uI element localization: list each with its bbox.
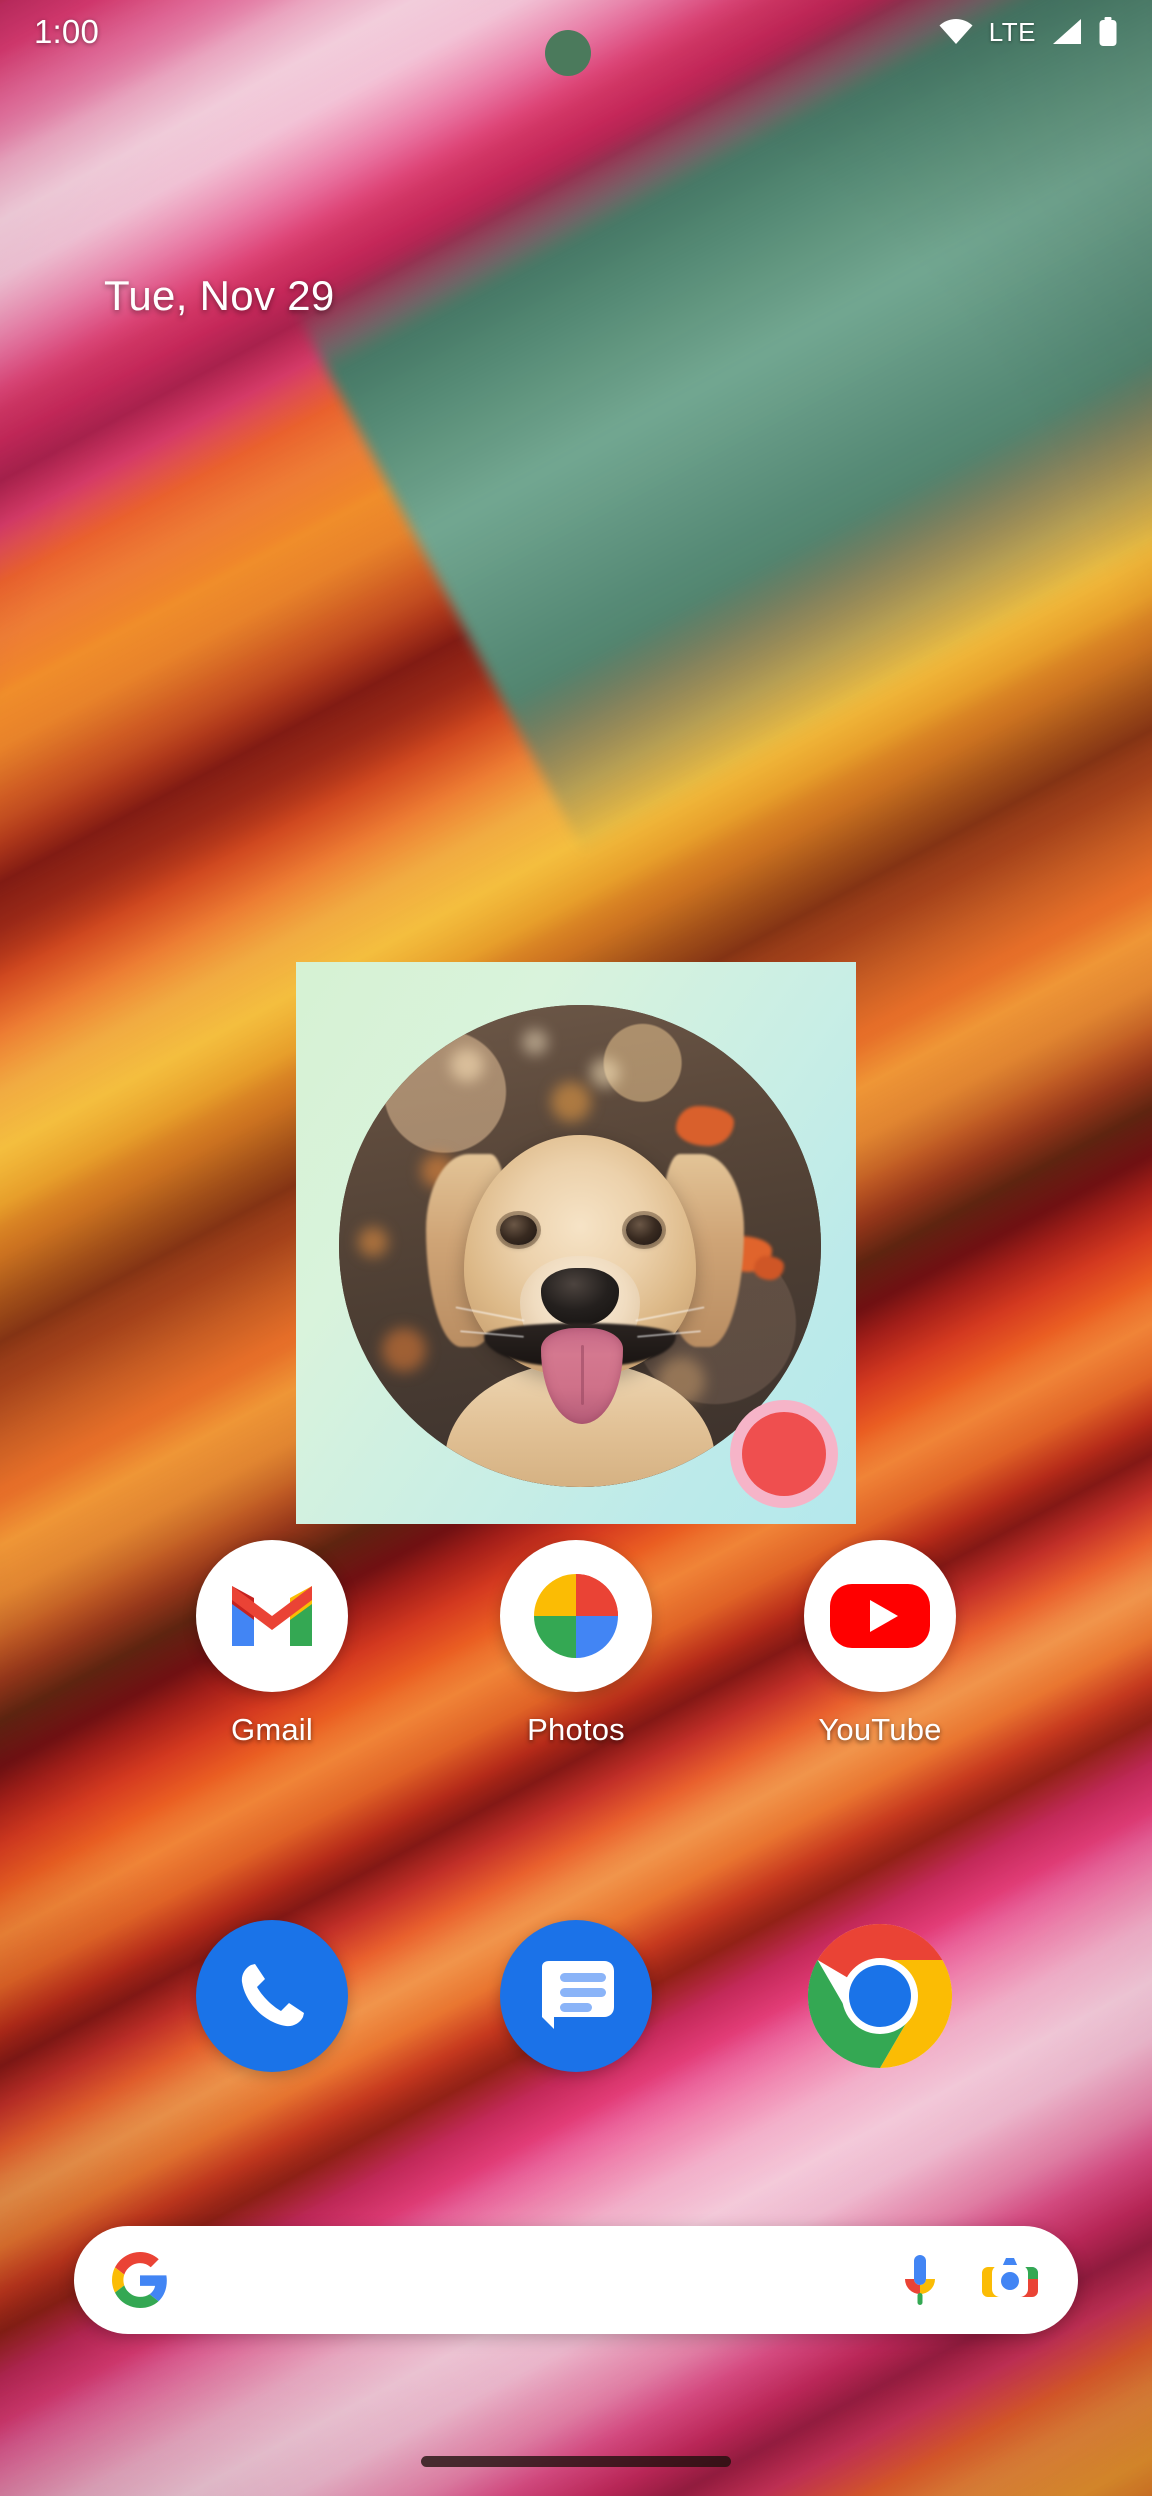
chrome-icon[interactable] — [804, 1920, 956, 2072]
status-clock: 1:00 — [34, 13, 100, 50]
app-label-photos: Photos — [527, 1712, 625, 1747]
photo-widget-badge[interactable] — [730, 1400, 838, 1508]
signal-icon — [1053, 19, 1081, 44]
microphone-icon[interactable] — [894, 2251, 946, 2309]
dock-item-chrome[interactable] — [780, 1920, 980, 2072]
date-widget[interactable]: Tue, Nov 29 — [104, 272, 335, 320]
home-gesture-pill[interactable] — [421, 2456, 731, 2467]
search-input[interactable] — [168, 2226, 894, 2334]
google-search-bar[interactable] — [74, 2226, 1078, 2334]
google-photos-icon[interactable] — [500, 1540, 652, 1692]
google-lens-icon[interactable] — [980, 2251, 1040, 2309]
app-gmail[interactable]: Gmail — [172, 1540, 372, 1748]
gmail-icon[interactable] — [196, 1540, 348, 1692]
app-photos[interactable]: Photos — [476, 1540, 676, 1748]
app-label-gmail: Gmail — [231, 1712, 313, 1747]
youtube-icon[interactable] — [804, 1540, 956, 1692]
app-label-youtube: YouTube — [818, 1712, 942, 1747]
dock-item-phone[interactable] — [172, 1920, 372, 2072]
home-screen: 1:00 LTE Tue, Nov 29 Gmail Photos YouTub… — [0, 0, 1152, 2496]
network-type-label: LTE — [988, 16, 1036, 47]
google-g-icon — [112, 2252, 167, 2308]
photo-widget-badge-dot — [742, 1412, 826, 1496]
dock — [0, 1920, 1152, 2072]
battery-icon — [1099, 17, 1117, 46]
messages-icon[interactable] — [500, 1920, 652, 2072]
status-icon-group: LTE — [939, 17, 1118, 48]
dock-item-messages[interactable] — [476, 1920, 676, 2072]
camera-punch-hole — [545, 30, 591, 76]
app-grid-row: Gmail Photos YouTube — [0, 1540, 1152, 1748]
app-youtube[interactable]: YouTube — [780, 1540, 980, 1748]
date-label: Tue, Nov 29 — [104, 272, 335, 319]
photo-frame-widget[interactable] — [296, 962, 856, 1524]
wifi-icon — [939, 19, 973, 44]
phone-icon[interactable] — [196, 1920, 348, 2072]
